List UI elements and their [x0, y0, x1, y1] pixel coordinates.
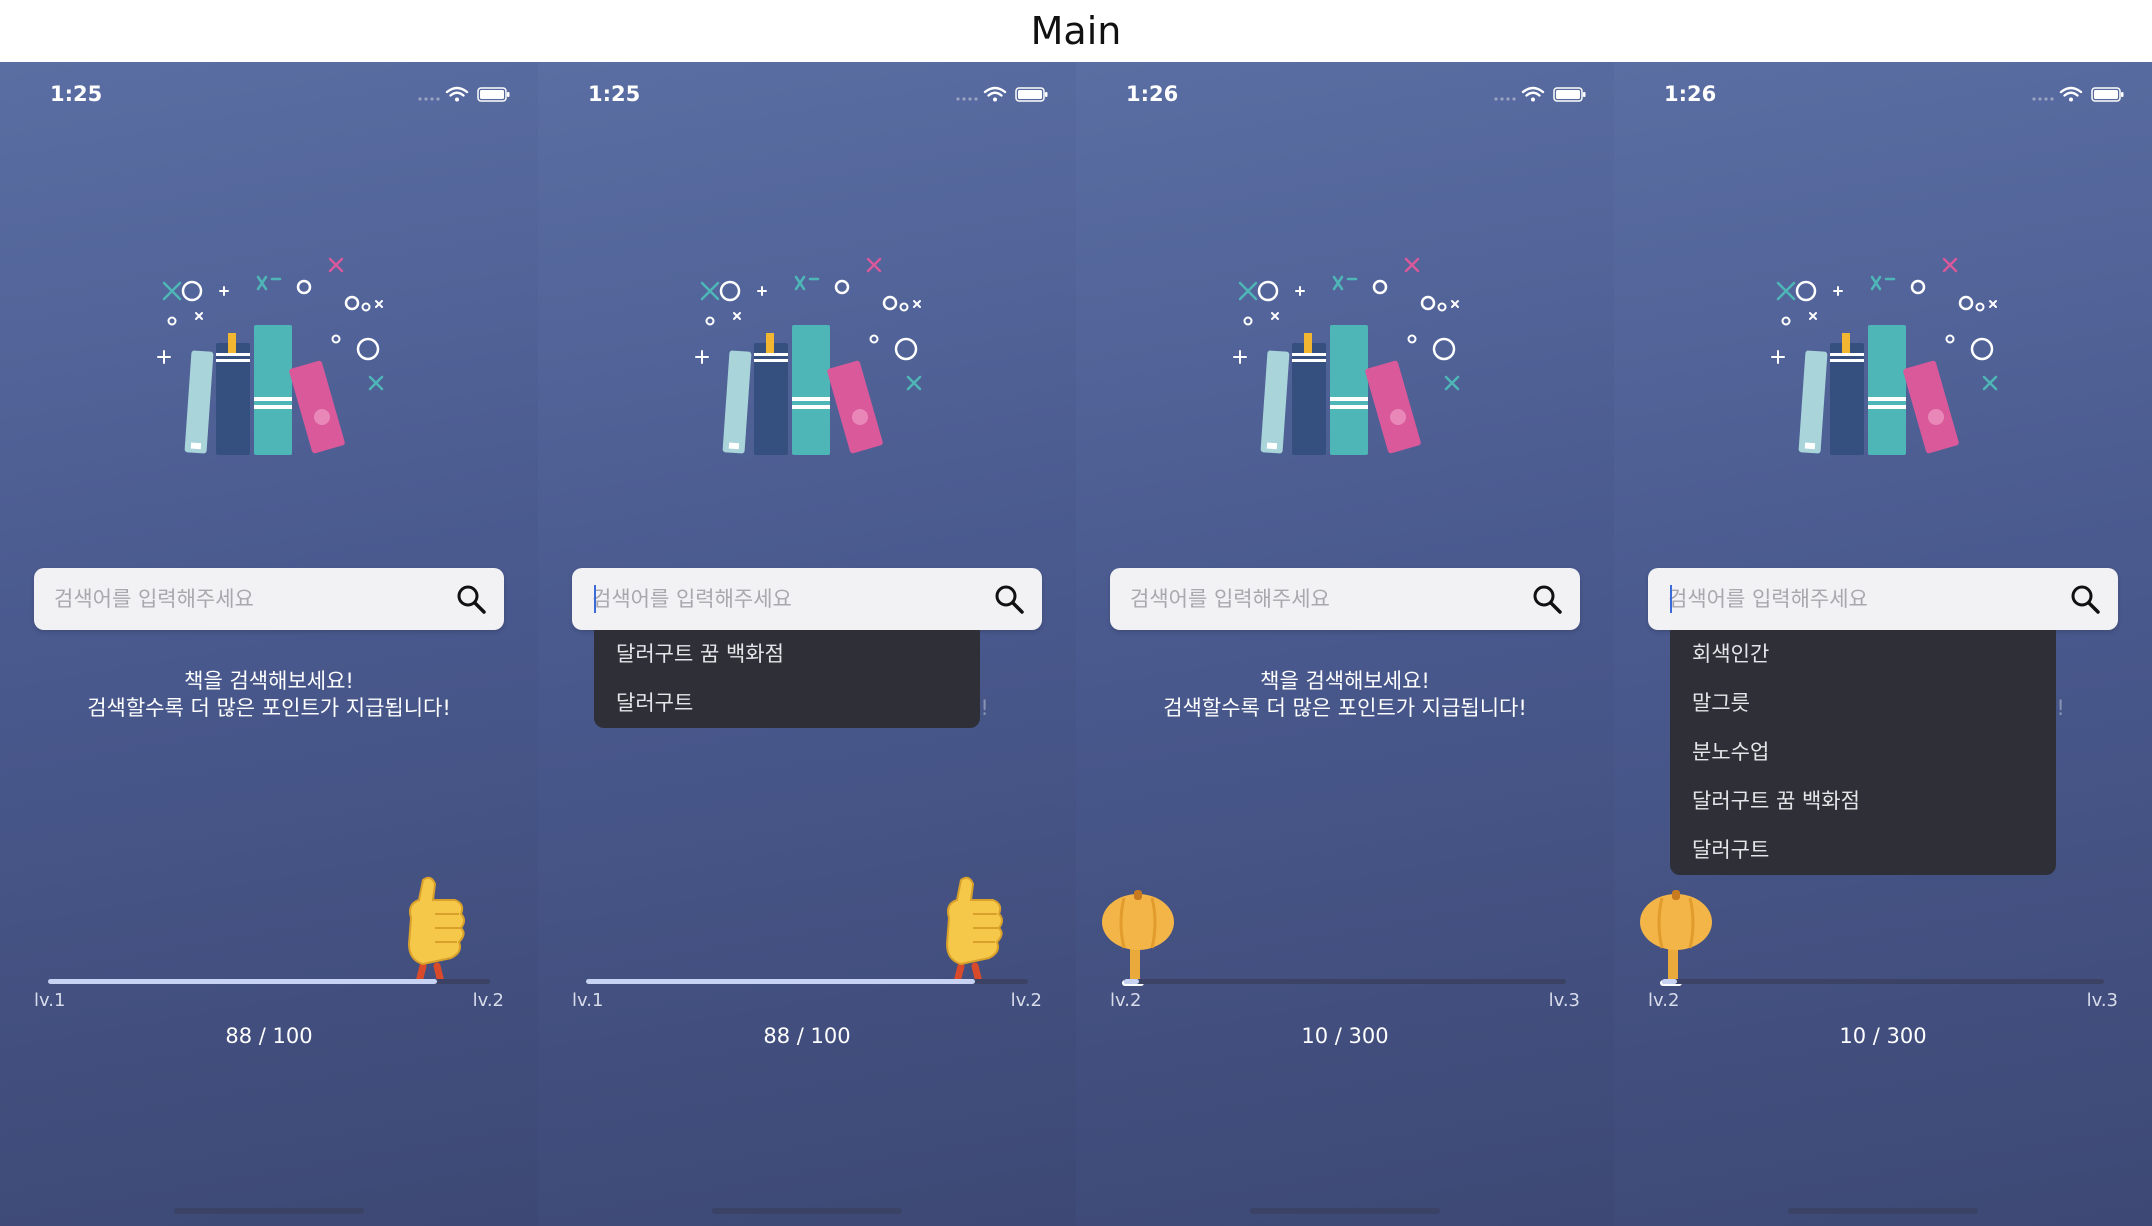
phone-screen-2: 1:25 검색어를 입력해주세요 달러구트 꿈 백화점 달러구트 lv.1 lv…: [538, 62, 1076, 1226]
books: [1260, 325, 1421, 455]
hint-line-2: 검색할수록 더 많은 포인트가 지급됩니다!: [1163, 696, 1527, 720]
wifi-dot: [2069, 97, 2073, 102]
wifi-icon: [445, 86, 469, 97]
points-counter: 10 / 300: [1301, 1024, 1389, 1048]
cellular-icon: [418, 97, 440, 101]
next-level-label: lv.2: [1010, 990, 1042, 1011]
status-time: 1:25: [50, 82, 103, 106]
home-indicator: [712, 1208, 902, 1214]
status-time: 1:26: [1664, 82, 1717, 106]
search-input[interactable]: [1668, 568, 2058, 630]
autocomplete-item[interactable]: 분노수업: [1670, 728, 2056, 777]
books-illustration: [678, 257, 922, 455]
status-icons: [418, 86, 510, 102]
level-mascot: [1100, 888, 1176, 992]
autocomplete-dropdown: 회색인간 말그릇 분노수업 달러구트 꿈 백화점 달러구트: [1670, 630, 2056, 875]
wifi-dot: [1531, 97, 1535, 102]
status-time: 1:26: [1126, 82, 1179, 106]
autocomplete-dropdown: 달러구트 꿈 백화점 달러구트: [594, 630, 980, 728]
search-input[interactable]: [1130, 568, 1520, 630]
level-progress-fill: [586, 979, 975, 984]
status-icons: [1494, 86, 1586, 102]
autocomplete-item[interactable]: 달러구트 꿈 백화점: [594, 630, 980, 679]
wifi-dot: [993, 97, 997, 102]
phone-screen-4: 1:26 검색어를 입력해주세요 회색인간 말그릇 분노수업 달러구트 꿈 백화…: [1614, 62, 2152, 1226]
search-input[interactable]: [54, 568, 444, 630]
autocomplete-item[interactable]: 말그릇: [1670, 679, 2056, 728]
autocomplete-item[interactable]: 달러구트: [594, 679, 980, 728]
thumbs-up-mascot-icon: [407, 876, 465, 986]
pumpkin-mascot-icon: [1102, 890, 1174, 986]
level-progress-bar: [586, 979, 1028, 984]
next-level-label: lv.3: [1548, 990, 1580, 1011]
phone-screen-1: 1:25 검색어를 입력해주세요 책을 검색해보세요! 검색할수록 더 많은 포…: [0, 62, 538, 1226]
level-progress-fill: [48, 979, 437, 984]
hint-line-1: 책을 검색해보세요!: [1260, 669, 1430, 693]
battery-icon: [2091, 87, 2124, 102]
battery-icon: [477, 87, 510, 102]
autocomplete-item[interactable]: 회색인간: [1670, 630, 2056, 679]
status-icons: [956, 86, 1048, 102]
text-caret: [594, 585, 596, 613]
books: [722, 325, 883, 455]
search-input[interactable]: [592, 568, 982, 630]
battery-icon: [1015, 87, 1048, 102]
search-icon[interactable]: [454, 582, 488, 616]
hint-line-1: 책을 검색해보세요!: [184, 669, 354, 693]
text-caret: [1670, 585, 1672, 613]
current-level-label: lv.1: [572, 990, 604, 1011]
points-counter: 88 / 100: [763, 1024, 851, 1048]
cellular-icon: [1494, 97, 1516, 101]
search-icon[interactable]: [992, 582, 1026, 616]
search-bar[interactable]: [34, 568, 504, 630]
next-level-label: lv.2: [472, 990, 504, 1011]
pumpkin-mascot-icon: [1640, 890, 1712, 986]
points-counter: 88 / 100: [225, 1024, 313, 1048]
thumbs-up-mascot-icon: [945, 876, 1003, 986]
autocomplete-item[interactable]: 달러구트 꿈 백화점: [1670, 777, 2056, 826]
current-level-label: lv.1: [34, 990, 66, 1011]
level-progress-bar: [1124, 979, 1566, 984]
wifi-icon: [1521, 86, 1545, 97]
level-progress-bar: [48, 979, 490, 984]
home-indicator: [1250, 1208, 1440, 1214]
phone-screen-3: 1:26 검색어를 입력해주세요 책을 검색해보세요! 검색할수록 더 많은 포…: [1076, 62, 1614, 1226]
hint-line-2: 검색할수록 더 많은 포인트가 지급됩니다!: [87, 696, 451, 720]
wifi-icon: [983, 86, 1007, 97]
level-progress-fill: [1124, 979, 1139, 984]
screens-row: 1:25 검색어를 입력해주세요 책을 검색해보세요! 검색할수록 더 많은 포…: [0, 62, 2152, 1226]
search-icon[interactable]: [1530, 582, 1564, 616]
battery-icon: [1553, 87, 1586, 102]
wifi-dot: [455, 97, 459, 102]
status-icons: [2032, 86, 2124, 102]
status-time: 1:25: [588, 82, 641, 106]
level-progress-bar: [1662, 979, 2104, 984]
page-title: Main: [1030, 9, 1122, 53]
level-progress-fill: [1662, 979, 1677, 984]
search-bar[interactable]: [572, 568, 1042, 630]
books: [184, 325, 345, 455]
level-mascot: [1638, 888, 1714, 992]
books-illustration: [1754, 257, 1998, 455]
level-mascot: [935, 874, 1009, 988]
books: [1798, 325, 1959, 455]
current-level-label: lv.2: [1110, 990, 1142, 1011]
points-counter: 10 / 300: [1839, 1024, 1927, 1048]
search-bar[interactable]: [1648, 568, 2118, 630]
autocomplete-item[interactable]: 달러구트: [1670, 826, 2056, 875]
search-icon[interactable]: [2068, 582, 2102, 616]
books-illustration: [140, 257, 384, 455]
search-hint: 책을 검색해보세요! 검색할수록 더 많은 포인트가 지급됩니다!: [1076, 668, 1614, 722]
level-mascot: [397, 874, 471, 988]
next-level-label: lv.3: [2086, 990, 2118, 1011]
home-indicator: [1788, 1208, 1978, 1214]
search-hint: 책을 검색해보세요! 검색할수록 더 많은 포인트가 지급됩니다!: [0, 668, 538, 722]
current-level-label: lv.2: [1648, 990, 1680, 1011]
cellular-icon: [2032, 97, 2054, 101]
home-indicator: [174, 1208, 364, 1214]
cellular-icon: [956, 97, 978, 101]
search-bar[interactable]: [1110, 568, 1580, 630]
books-illustration: [1216, 257, 1460, 455]
wifi-icon: [2059, 86, 2083, 97]
